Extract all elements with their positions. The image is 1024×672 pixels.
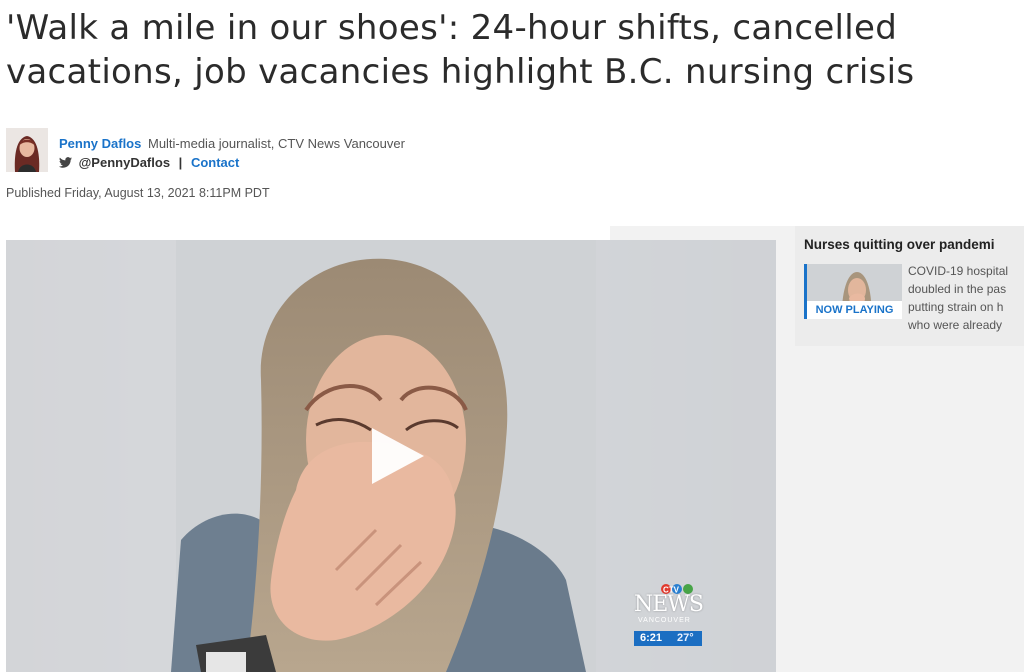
broadcast-time: 6:21 <box>640 632 663 644</box>
description-line: putting strain on h <box>908 300 1004 314</box>
video-player[interactable]: CTV NEWS VANCOUVER 6:21 27° <box>6 240 776 672</box>
article-headline: 'Walk a mile in our shoes': 24-hour shif… <box>6 6 1024 94</box>
play-icon <box>372 428 424 484</box>
playlist-item-title[interactable]: Nurses quitting over pandemi <box>804 237 995 252</box>
headline-line-2: vacations, job vacancies highlight B.C. … <box>6 52 915 92</box>
twitter-icon <box>59 156 72 168</box>
contact-link[interactable]: Contact <box>191 155 239 170</box>
author-byline: Penny Daflos Multi-media journalist, CTV… <box>59 136 405 151</box>
author-name-link[interactable]: Penny Daflos <box>59 136 141 151</box>
author-avatar[interactable] <box>6 128 48 172</box>
headline-line-1: 'Walk a mile in our shoes': 24-hour shif… <box>6 8 898 48</box>
published-date: Published Friday, August 13, 2021 8:11PM… <box>6 186 270 200</box>
description-line: who were already <box>908 318 1003 332</box>
ctv-city-label: VANCOUVER <box>638 617 691 624</box>
twitter-handle-link[interactable]: @PennyDaflos <box>79 155 170 170</box>
video-playlist: Nurses quitting over pandemi NOW PLAYING… <box>795 226 1024 346</box>
playlist-thumbnail[interactable]: NOW PLAYING <box>804 264 902 319</box>
author-role: Multi-media journalist, CTV News Vancouv… <box>147 136 405 151</box>
description-line: COVID-19 hospital <box>908 264 1009 278</box>
separator: | <box>178 155 183 170</box>
playlist-description: COVID-19 hospital doubled in the pas put… <box>908 262 1024 334</box>
ctv-news-wordmark: NEWS <box>634 592 704 617</box>
description-line: doubled in the pas <box>908 282 1007 296</box>
broadcast-temperature: 27° <box>677 632 694 644</box>
play-button[interactable] <box>366 426 426 486</box>
ctv-time-bar: 6:21 27° <box>634 631 702 646</box>
now-playing-badge: NOW PLAYING <box>807 301 902 319</box>
author-social: @PennyDaflos | Contact <box>59 155 239 170</box>
